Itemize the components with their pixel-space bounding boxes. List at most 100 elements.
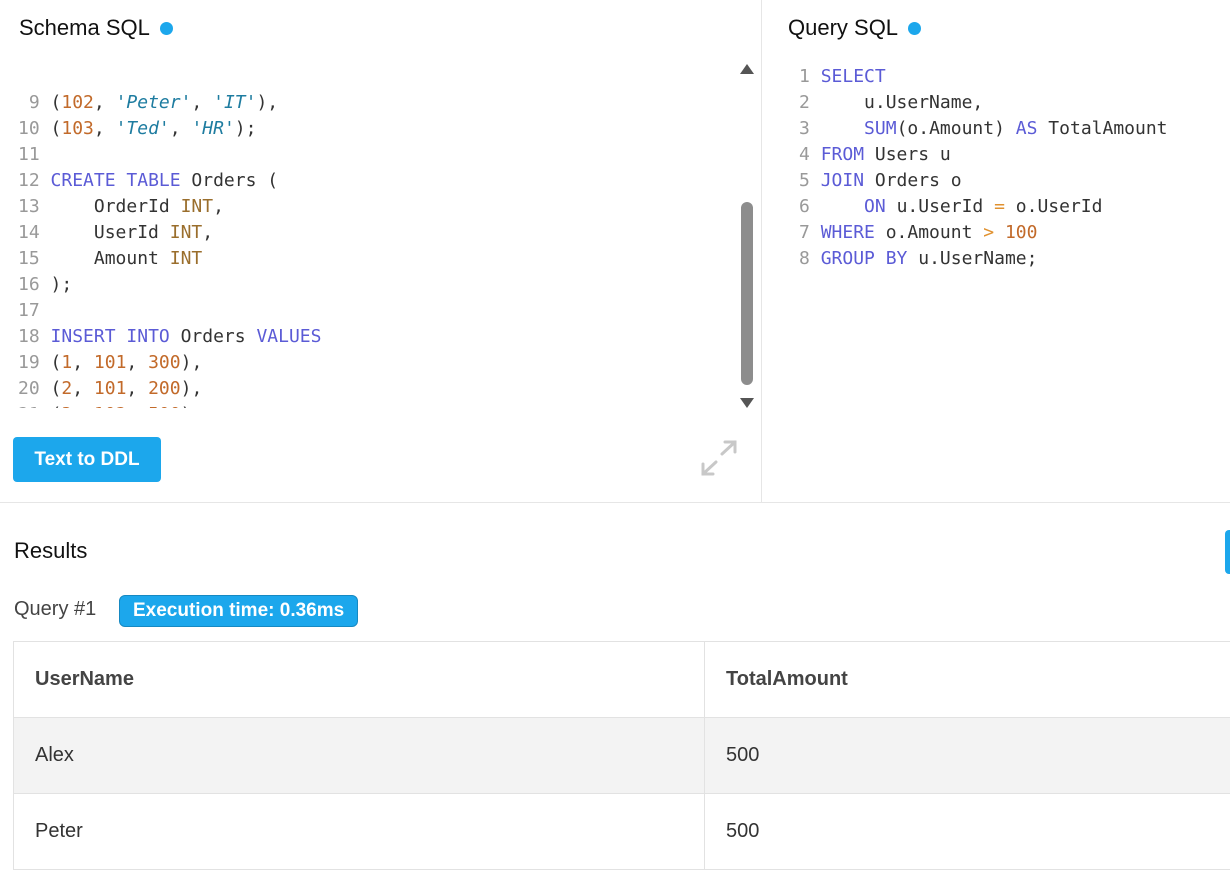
column-header-totalamount[interactable]: TotalAmount — [704, 641, 1230, 718]
code-token: 102 — [94, 404, 127, 408]
code-token: u.UserId — [885, 196, 995, 217]
code-line: 11 — [18, 142, 718, 168]
code-token: 3 — [61, 404, 72, 408]
scroll-thumb[interactable] — [741, 202, 753, 385]
query-editor[interactable]: 1 SELECT 2 u.UserName, 3 SUM(o.Amount) AS … — [799, 64, 1229, 272]
code-line: 2 u.UserName, — [799, 90, 1229, 116]
code-line: 12 CREATE TABLE Orders ( — [18, 168, 718, 194]
code-line: 4 FROM Users u — [799, 142, 1229, 168]
scroll-down-arrow-icon[interactable] — [740, 398, 754, 408]
code-token: u.UserName; — [907, 248, 1038, 269]
query-status-dot — [908, 21, 922, 35]
code-token: 1 — [61, 352, 73, 373]
code-token: OrderId — [50, 196, 181, 217]
code-token: 500 — [148, 404, 181, 408]
code-line: 15 Amount INT — [18, 246, 718, 272]
code-token: Orders ( — [180, 170, 279, 191]
query-panel-title: Query SQL — [788, 15, 922, 41]
code-token: Orders o — [864, 170, 962, 191]
code-token: 100 — [1004, 222, 1038, 243]
code-line: 6 ON u.UserId = o.UserId — [799, 194, 1229, 220]
line-number: 12 — [18, 170, 51, 191]
line-number: 16 — [18, 274, 51, 295]
code-token: FROM — [820, 144, 865, 165]
code-token: Orders — [169, 326, 257, 347]
code-token: ), — [181, 404, 203, 408]
code-token: JOIN — [820, 170, 865, 191]
code-line: 5 JOIN Orders o — [799, 168, 1229, 194]
code-token: 102 — [61, 92, 94, 113]
code-token: ); — [50, 274, 73, 295]
schema-editor[interactable]: 9 (102, 'Peter', 'IT'), 10 (103, 'Ted', '… — [18, 46, 718, 408]
results-table: UserName TotalAmount Alex 500 Peter 500 — [13, 641, 1230, 870]
column-header-username[interactable]: UserName — [13, 641, 705, 718]
code-line: 21 (3, 102, 500), — [18, 402, 718, 408]
code-line: 3 SUM(o.Amount) AS TotalAmount — [799, 116, 1229, 142]
code-token: 'IT' — [213, 92, 257, 113]
line-number: 3 — [799, 118, 821, 139]
code-token: ( — [50, 378, 62, 399]
code-token: , — [72, 378, 94, 399]
code-token: , — [93, 92, 116, 113]
code-token: ( — [51, 404, 62, 408]
code-token: AS — [1015, 118, 1038, 139]
code-token: GROUP — [820, 248, 875, 269]
line-number: 8 — [799, 248, 821, 269]
line-number: 7 — [799, 222, 821, 243]
line-number: 5 — [799, 170, 821, 191]
line-number: 17 — [18, 300, 51, 321]
query-label: Query #1 — [14, 598, 97, 620]
code-token: ), — [256, 92, 279, 113]
cell-totalamount: 500 — [704, 717, 1230, 794]
code-token: SUM — [864, 118, 897, 139]
code-token: ( — [50, 118, 62, 139]
code-token: , — [126, 378, 149, 399]
code-token: ( — [50, 352, 62, 373]
code-token: INT — [180, 196, 214, 217]
code-token: o.Amount — [874, 222, 984, 243]
code-line: 9 (102, 'Peter', 'IT'), — [18, 90, 718, 116]
code-line: 17 — [18, 298, 718, 324]
code-token: INSERT — [50, 326, 116, 347]
schema-scrollbar[interactable] — [737, 60, 757, 412]
schema-status-dot — [159, 21, 173, 35]
code-line: 20 (2, 101, 200), — [18, 376, 718, 402]
panel-divider-vertical — [761, 0, 762, 502]
code-token: u.UserName, — [820, 92, 984, 113]
code-token: VALUES — [256, 326, 322, 347]
code-token: 2 — [61, 378, 73, 399]
code-token: Users u — [864, 144, 951, 165]
schema-title-text: Schema SQL — [19, 15, 150, 40]
line-number: 13 — [18, 196, 51, 217]
line-number: 1 — [799, 66, 821, 87]
code-line: 13 OrderId INT, — [18, 194, 718, 220]
code-line: 19 (1, 101, 300), — [18, 350, 718, 376]
code-line: 14 UserId INT, — [18, 220, 718, 246]
query-title-text: Query SQL — [788, 15, 899, 40]
code-token: CREATE — [50, 170, 116, 191]
expand-icon[interactable] — [700, 440, 738, 476]
code-token: , — [126, 352, 149, 373]
code-token: ), — [180, 378, 203, 399]
line-number: 11 — [18, 144, 51, 165]
code-token: , — [72, 404, 94, 408]
code-token: TABLE — [126, 170, 181, 191]
code-token: Amount — [50, 248, 170, 269]
text-to-ddl-button[interactable]: Text to DDL — [13, 437, 161, 482]
code-token: o.UserId — [1004, 196, 1103, 217]
code-token: 101 — [93, 378, 127, 399]
code-line: 18 INSERT INTO Orders VALUES — [18, 324, 718, 350]
line-number: 9 — [18, 92, 51, 113]
code-token: WHERE — [820, 222, 875, 243]
scroll-up-arrow-icon[interactable] — [740, 64, 754, 74]
side-tab-handle[interactable] — [1225, 530, 1230, 574]
section-divider — [0, 502, 1230, 503]
code-token: (o.Amount) — [896, 118, 1016, 139]
code-token: , — [126, 404, 148, 408]
code-token: INTO — [126, 326, 170, 347]
